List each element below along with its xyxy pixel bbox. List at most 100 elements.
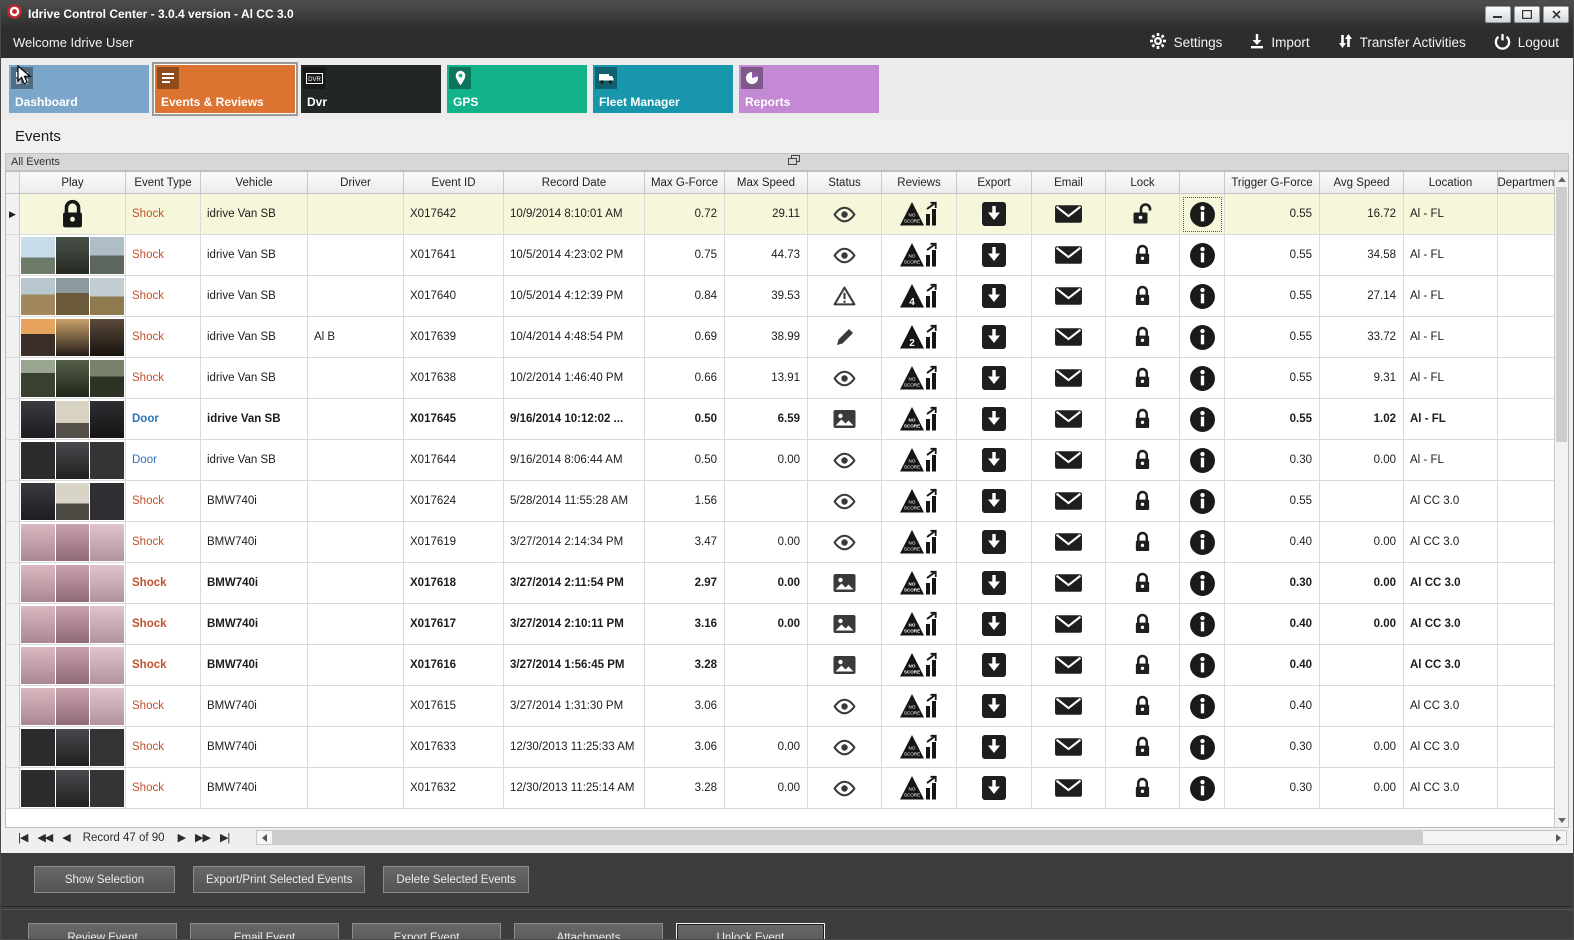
export-icon[interactable] (981, 406, 1007, 432)
cell-reviews[interactable]: NO SCORE (882, 645, 957, 686)
review-event-button[interactable]: Review Event (28, 923, 177, 939)
cell-lock[interactable] (1106, 276, 1180, 317)
email-icon[interactable] (1054, 614, 1083, 634)
info-icon[interactable] (1189, 406, 1216, 433)
cell-play[interactable] (20, 727, 126, 768)
cell-email[interactable] (1032, 481, 1106, 522)
info-icon[interactable] (1189, 488, 1216, 515)
lock-icon[interactable] (1133, 694, 1152, 718)
cell-info[interactable] (1180, 194, 1225, 235)
cell-reviews[interactable]: NO SCORE (882, 194, 957, 235)
review-score-icon[interactable]: NO SCORE (899, 200, 939, 228)
lock-icon[interactable] (1133, 653, 1152, 677)
cell-expander[interactable] (6, 399, 20, 440)
table-row[interactable]: Shock BMW740i X017617 3/27/2014 2:10:11 PM 3… (6, 604, 1558, 645)
cell-info[interactable] (1180, 481, 1225, 522)
cell-play[interactable] (20, 235, 126, 276)
cell-lock[interactable] (1106, 522, 1180, 563)
review-score-icon[interactable]: NO SCORE (899, 610, 939, 638)
email-icon[interactable] (1054, 778, 1083, 798)
cell-play[interactable] (20, 768, 126, 809)
cell-play[interactable] (20, 563, 126, 604)
cell-expander[interactable] (6, 276, 20, 317)
table-row[interactable]: Shock BMW740i X017616 3/27/2014 1:56:45 PM 3… (6, 645, 1558, 686)
cell-reviews[interactable]: NO SCORE (882, 440, 957, 481)
event-thumbnails[interactable] (20, 400, 125, 439)
cell-email[interactable] (1032, 358, 1106, 399)
cell-info[interactable] (1180, 645, 1225, 686)
column-header-status[interactable]: Status (808, 172, 882, 193)
table-row[interactable]: Shock idrive Van SB X017640 10/5/2014 4:12:… (6, 276, 1558, 317)
column-header-location[interactable]: Location (1404, 172, 1498, 193)
cell-reviews[interactable]: 4 (882, 276, 957, 317)
tab-events-reviews[interactable]: Events & Reviews (155, 65, 295, 113)
vertical-scrollbar[interactable] (1554, 172, 1568, 827)
cell-email[interactable] (1032, 686, 1106, 727)
event-thumbnails[interactable] (20, 441, 125, 480)
export-event-button[interactable]: Export Event (352, 923, 501, 939)
table-row[interactable]: Shock BMW740i X017618 3/27/2014 2:11:54 PM 2… (6, 563, 1558, 604)
event-thumbnails[interactable] (20, 318, 125, 357)
cell-export[interactable] (957, 604, 1032, 645)
cell-expander[interactable] (6, 317, 20, 358)
email-event-button[interactable]: Email Event (190, 923, 339, 939)
close-button[interactable] (1543, 5, 1569, 23)
email-icon[interactable] (1054, 245, 1083, 265)
event-thumbnails[interactable] (20, 646, 125, 685)
email-icon[interactable] (1054, 573, 1083, 593)
cell-lock[interactable] (1106, 686, 1180, 727)
export-icon[interactable] (981, 693, 1007, 719)
cell-export[interactable] (957, 768, 1032, 809)
scroll-right-icon[interactable] (1551, 831, 1566, 844)
cell-export[interactable] (957, 194, 1032, 235)
cell-reviews[interactable]: NO SCORE (882, 563, 957, 604)
cell-play[interactable] (20, 686, 126, 727)
email-icon[interactable] (1054, 286, 1083, 306)
event-thumbnails[interactable] (20, 605, 125, 644)
pager-prev-button[interactable]: ◀ (57, 831, 74, 844)
cell-info[interactable] (1180, 522, 1225, 563)
event-thumbnails[interactable] (20, 728, 125, 767)
column-header-max-g[interactable]: Max G-Force (645, 172, 725, 193)
table-row[interactable]: Door idrive Van SB X017644 9/16/2014 8:06:4… (6, 440, 1558, 481)
review-score-icon[interactable]: NO SCORE (899, 569, 939, 597)
minimize-button[interactable] (1485, 5, 1511, 23)
info-icon[interactable] (1189, 242, 1216, 269)
cell-email[interactable] (1032, 235, 1106, 276)
export-icon[interactable] (981, 283, 1007, 309)
cell-export[interactable] (957, 645, 1032, 686)
cell-email[interactable] (1032, 727, 1106, 768)
cell-play[interactable] (20, 276, 126, 317)
review-score-icon[interactable]: NO SCORE (899, 364, 939, 392)
maximize-button[interactable] (1514, 5, 1540, 23)
table-row[interactable]: Shock idrive Van SB X017638 10/2/2014 1:46:… (6, 358, 1558, 399)
cell-expander[interactable] (6, 481, 20, 522)
info-icon[interactable] (1189, 365, 1216, 392)
export-icon[interactable] (981, 201, 1007, 227)
lock-icon[interactable] (1133, 530, 1152, 554)
column-header-event-type[interactable]: Event Type (126, 172, 201, 193)
export-icon[interactable] (981, 611, 1007, 637)
cell-expander[interactable] (6, 440, 20, 481)
cell-reviews[interactable]: NO SCORE (882, 727, 957, 768)
cell-export[interactable] (957, 358, 1032, 399)
column-header-lock[interactable]: Lock (1106, 172, 1180, 193)
cell-export[interactable] (957, 399, 1032, 440)
event-thumbnails[interactable] (20, 277, 125, 316)
cell-email[interactable] (1032, 399, 1106, 440)
event-thumbnails[interactable] (20, 359, 125, 398)
cell-lock[interactable] (1106, 604, 1180, 645)
column-header-export[interactable]: Export (957, 172, 1032, 193)
column-header-trigger-g[interactable]: Trigger G-Force (1225, 172, 1320, 193)
pager-prev-page-button[interactable]: ◀◀ (32, 831, 57, 844)
column-header-avg-speed[interactable]: Avg Speed (1320, 172, 1404, 193)
tab-dvr[interactable]: DVR Dvr (301, 65, 441, 113)
logout-button[interactable]: Logout (1494, 33, 1559, 53)
cell-reviews[interactable]: NO SCORE (882, 399, 957, 440)
cell-email[interactable] (1032, 276, 1106, 317)
show-selection-button[interactable]: Show Selection (34, 866, 175, 893)
cell-info[interactable] (1180, 399, 1225, 440)
lock-icon[interactable] (1133, 735, 1152, 759)
export-print-selected-button[interactable]: Export/Print Selected Events (193, 866, 366, 893)
export-icon[interactable] (981, 324, 1007, 350)
